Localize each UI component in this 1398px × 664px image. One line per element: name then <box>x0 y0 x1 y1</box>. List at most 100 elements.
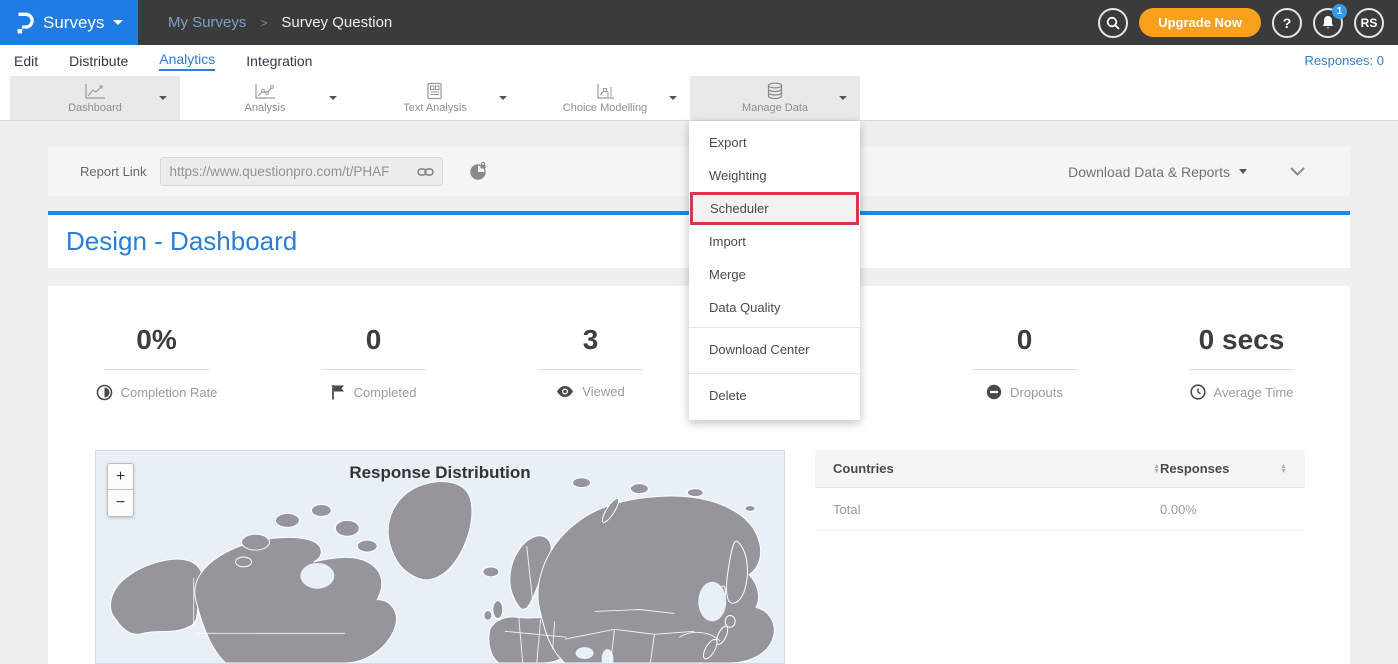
stat-viewed: 3 Viewed <box>482 324 699 450</box>
analytics-toolbar: Dashboard Analysis Text Analysis Choice … <box>0 76 1398 121</box>
manage-data-menu: Export Weighting Scheduler Import Merge … <box>689 121 860 420</box>
total-label: Total <box>833 502 1160 517</box>
avatar-initials: RS <box>1361 16 1378 30</box>
stat-value: 0 <box>265 324 482 356</box>
sort-icon[interactable]: ▲▼ <box>1280 464 1287 474</box>
response-distribution-map: Response Distribution + − <box>95 450 785 664</box>
chevron-down-icon[interactable] <box>499 96 507 100</box>
analysis-chart-icon <box>254 83 276 100</box>
menu-item-scheduler[interactable]: Scheduler <box>690 192 859 225</box>
question-mark-icon: ? <box>1283 15 1292 31</box>
tab-label: Manage Data <box>742 102 808 114</box>
menu-item-download-center[interactable]: Download Center <box>689 327 860 370</box>
report-url-input[interactable]: https://www.questionpro.com/t/PHAF <box>160 157 443 186</box>
search-button[interactable] <box>1098 8 1128 38</box>
completion-rate-icon <box>96 384 113 401</box>
minus-circle-icon <box>986 384 1002 400</box>
notification-badge: 1 <box>1332 4 1347 19</box>
lower-section: Response Distribution + − Countries ▲▼ R… <box>48 450 1350 664</box>
map-title: Response Distribution <box>96 463 784 483</box>
tab-analysis[interactable]: Analysis <box>180 76 350 120</box>
breadcrumb-current: Survey Question <box>281 14 392 31</box>
zoom-in-button[interactable]: + <box>107 463 134 490</box>
stat-label: Viewed <box>582 384 624 399</box>
menu-item-data-quality[interactable]: Data Quality <box>689 291 860 324</box>
stat-value: 0 <box>916 324 1133 356</box>
stat-average-time: 0 secs Average Time <box>1133 324 1350 450</box>
tab-manage-data[interactable]: Manage Data <box>690 76 860 120</box>
product-switcher[interactable]: Surveys <box>0 0 138 45</box>
eye-icon <box>556 385 574 398</box>
nav-item-edit[interactable]: Edit <box>14 53 38 69</box>
countries-table: Countries ▲▼ Responses ▲▼ Total 0.00% <box>815 450 1305 664</box>
chevron-down-icon <box>113 20 123 25</box>
stat-completion-rate: 0% Completion Rate <box>48 324 265 450</box>
stat-label: Dropouts <box>1010 385 1063 400</box>
responses-count: Responses: 0 <box>1305 53 1385 68</box>
menu-item-merge[interactable]: Merge <box>689 258 860 291</box>
help-button[interactable]: ? <box>1272 8 1302 38</box>
tab-dashboard[interactable]: Dashboard <box>10 76 180 120</box>
chevron-down-icon <box>1239 169 1247 174</box>
stat-value: 0% <box>48 324 265 356</box>
breadcrumb-my-surveys[interactable]: My Surveys <box>168 14 246 31</box>
report-link-label: Report Link <box>80 164 146 179</box>
menu-item-weighting[interactable]: Weighting <box>689 159 860 192</box>
stat-dropouts: 0 Dropouts <box>916 324 1133 450</box>
download-data-reports-dropdown[interactable]: Download Data & Reports <box>1068 164 1247 180</box>
globe-lock-icon[interactable] <box>468 162 488 182</box>
clock-icon <box>1190 384 1206 400</box>
tab-label: Text Analysis <box>403 102 467 114</box>
stat-value: 3 <box>482 324 699 356</box>
nav-item-distribute[interactable]: Distribute <box>69 53 128 69</box>
breadcrumb-separator: > <box>260 16 267 30</box>
link-icon[interactable] <box>417 166 434 178</box>
stat-value: 0 secs <box>1133 324 1350 356</box>
chevron-down-icon[interactable] <box>159 96 167 100</box>
bell-icon <box>1321 15 1335 30</box>
stat-completed: 0 Completed <box>265 324 482 450</box>
map-zoom-controls: + − <box>107 463 134 517</box>
chevron-down-icon[interactable] <box>839 96 847 100</box>
questionpro-logo-icon <box>14 10 34 35</box>
menu-item-delete[interactable]: Delete <box>689 373 860 416</box>
page-title: Design - Dashboard <box>66 226 297 257</box>
choice-modelling-icon <box>594 83 616 100</box>
tab-label: Analysis <box>245 102 286 114</box>
table-row: Total 0.00% <box>815 488 1305 531</box>
report-url-value: https://www.questionpro.com/t/PHAF <box>169 164 417 179</box>
table-header: Countries ▲▼ Responses ▲▼ <box>815 450 1305 488</box>
column-countries[interactable]: Countries <box>833 461 894 476</box>
zoom-out-button[interactable]: − <box>107 490 134 517</box>
chevron-down-icon[interactable] <box>669 96 677 100</box>
collapse-chevron-icon[interactable] <box>1289 166 1306 177</box>
topbar-actions: Upgrade Now ? 1 RS <box>1098 8 1398 38</box>
text-analysis-icon <box>426 82 444 100</box>
nav-item-integration[interactable]: Integration <box>246 53 312 69</box>
breadcrumb: My Surveys > Survey Question <box>168 14 392 31</box>
upgrade-now-button[interactable]: Upgrade Now <box>1139 8 1261 37</box>
stat-label: Completion Rate <box>121 385 218 400</box>
section-nav: Edit Distribute Analytics Integration Re… <box>0 45 1398 76</box>
stat-label: Completed <box>354 385 417 400</box>
top-bar: Surveys My Surveys > Survey Question Upg… <box>0 0 1398 45</box>
menu-item-export[interactable]: Export <box>689 126 860 159</box>
tab-choice-modelling[interactable]: Choice Modelling <box>520 76 690 120</box>
notifications-button[interactable]: 1 <box>1313 8 1343 38</box>
tab-text-analysis[interactable]: Text Analysis <box>350 76 520 120</box>
stat-label: Average Time <box>1214 385 1294 400</box>
column-responses[interactable]: Responses <box>1160 461 1229 476</box>
nav-item-analytics[interactable]: Analytics <box>159 51 215 71</box>
flag-icon <box>331 384 346 400</box>
tab-label: Choice Modelling <box>563 102 647 114</box>
download-data-reports-label: Download Data & Reports <box>1068 164 1230 180</box>
avatar[interactable]: RS <box>1354 8 1384 38</box>
database-icon <box>766 82 784 100</box>
search-icon <box>1106 16 1120 30</box>
total-responses-value: 0.00% <box>1160 502 1287 517</box>
menu-item-import[interactable]: Import <box>689 225 860 258</box>
product-name: Surveys <box>43 13 104 33</box>
tab-label: Dashboard <box>68 102 122 114</box>
sort-icon[interactable]: ▲▼ <box>1153 464 1160 474</box>
chevron-down-icon[interactable] <box>329 96 337 100</box>
